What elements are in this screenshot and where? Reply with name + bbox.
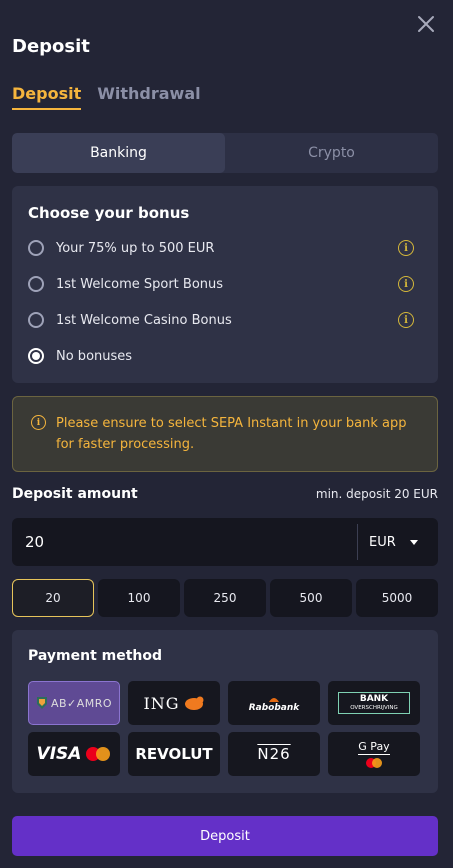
divider bbox=[357, 524, 358, 560]
bonus-option-75-percent[interactable]: Your 75% up to 500 EUR i bbox=[28, 236, 414, 260]
quick-amount-5000[interactable]: 5000 bbox=[356, 579, 438, 617]
close-icon bbox=[418, 16, 434, 32]
bonus-panel: Choose your bonus Your 75% up to 500 EUR… bbox=[12, 186, 438, 383]
payment-label: Rabobank bbox=[248, 702, 300, 713]
currency-select[interactable]: EUR bbox=[369, 518, 429, 566]
tab-withdrawal[interactable]: Withdrawal bbox=[97, 84, 200, 110]
notice-text: Please ensure to select SEPA Instant in … bbox=[56, 416, 407, 452]
payment-label: N26 bbox=[257, 745, 291, 763]
amount-input[interactable] bbox=[12, 518, 357, 566]
bonus-option-none[interactable]: No bonuses bbox=[28, 344, 414, 368]
bonus-option-label: No bonuses bbox=[56, 348, 133, 364]
toggle-crypto[interactable]: Crypto bbox=[225, 133, 438, 173]
deposit-submit-button[interactable]: Deposit bbox=[12, 816, 438, 856]
toggle-banking[interactable]: Banking bbox=[12, 133, 225, 173]
tab-deposit[interactable]: Deposit bbox=[12, 84, 82, 110]
quick-amount-100[interactable]: 100 bbox=[98, 579, 180, 617]
info-icon: i bbox=[31, 415, 46, 430]
chevron-down-icon bbox=[409, 539, 418, 545]
quick-amount-250[interactable]: 250 bbox=[184, 579, 266, 617]
payment-label: G Pay bbox=[358, 739, 390, 755]
info-icon[interactable]: i bbox=[398, 276, 414, 292]
payment-ing[interactable]: ING bbox=[128, 681, 220, 725]
payment-label: VISA bbox=[36, 744, 82, 764]
bonus-option-label: Your 75% up to 500 EUR bbox=[56, 240, 215, 256]
payment-google-pay[interactable]: G Pay bbox=[328, 732, 420, 776]
payment-rabobank[interactable]: Rabobank bbox=[228, 681, 320, 725]
mastercard-icon bbox=[366, 757, 382, 768]
payment-bank-transfer[interactable]: BANK OVERSCHRIJVING bbox=[328, 681, 420, 725]
payment-label: ING bbox=[143, 693, 180, 713]
tab-bar: Deposit Withdrawal bbox=[12, 84, 201, 110]
lion-icon bbox=[184, 696, 204, 710]
bonus-option-casino[interactable]: 1st Welcome Casino Bonus i bbox=[28, 308, 414, 332]
mastercard-icon bbox=[86, 747, 111, 761]
radio-button-checked[interactable] bbox=[28, 348, 44, 364]
page-title: Deposit bbox=[12, 36, 90, 57]
payment-panel: Payment method AB✓AMRO ING Rabobank BANK… bbox=[12, 630, 438, 793]
payment-label: REVOLUT bbox=[135, 745, 213, 763]
amount-field: EUR bbox=[12, 518, 438, 566]
sepa-notice: i Please ensure to select SEPA Instant i… bbox=[12, 396, 438, 472]
bonus-option-label: 1st Welcome Sport Bonus bbox=[56, 276, 224, 292]
radio-button[interactable] bbox=[28, 240, 44, 256]
quick-amount-20[interactable]: 20 bbox=[12, 579, 94, 617]
method-toggle: Banking Crypto bbox=[12, 133, 438, 173]
quick-amount-500[interactable]: 500 bbox=[270, 579, 352, 617]
quick-amounts: 20 100 250 500 5000 bbox=[12, 579, 438, 617]
payment-sublabel: OVERSCHRIJVING bbox=[350, 704, 398, 711]
payment-revolut[interactable]: REVOLUT bbox=[128, 732, 220, 776]
payment-visa-mastercard[interactable]: VISA bbox=[28, 732, 120, 776]
bonus-title: Choose your bonus bbox=[28, 204, 190, 222]
currency-label: EUR bbox=[369, 534, 396, 550]
info-icon[interactable]: i bbox=[398, 312, 414, 328]
payment-abn-amro[interactable]: AB✓AMRO bbox=[28, 681, 120, 725]
bonus-option-sport[interactable]: 1st Welcome Sport Bonus i bbox=[28, 272, 414, 296]
bonus-option-label: 1st Welcome Casino Bonus bbox=[56, 312, 232, 328]
abn-amro-shield-icon bbox=[36, 697, 47, 709]
bank-transfer-logo: BANK OVERSCHRIJVING bbox=[338, 692, 410, 714]
info-icon[interactable]: i bbox=[398, 240, 414, 256]
radio-button[interactable] bbox=[28, 312, 44, 328]
deposit-amount-label: Deposit amount bbox=[12, 486, 138, 502]
min-deposit-text: min. deposit 20 EUR bbox=[315, 487, 438, 501]
payment-label: BANK bbox=[359, 693, 389, 704]
radio-button[interactable] bbox=[28, 276, 44, 292]
payment-label: AB✓AMRO bbox=[50, 696, 113, 710]
payment-n26[interactable]: N26 bbox=[228, 732, 320, 776]
close-button[interactable] bbox=[414, 12, 438, 36]
rabobank-logo-icon bbox=[269, 697, 279, 702]
payment-method-title: Payment method bbox=[28, 648, 163, 664]
